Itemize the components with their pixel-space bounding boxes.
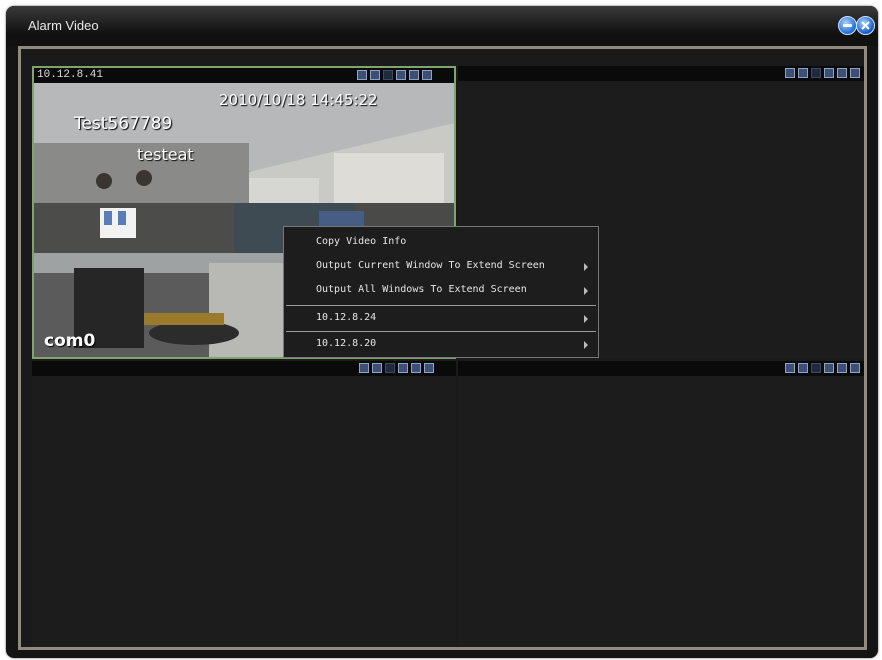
record-icon[interactable] bbox=[357, 70, 367, 80]
submenu-arrow-icon bbox=[584, 287, 588, 295]
menu-item-device-10-12-8-20[interactable]: 10.12.8.20 bbox=[284, 333, 598, 357]
pane-header: 10.12.8.41 bbox=[34, 68, 454, 83]
pane-toolbar bbox=[785, 363, 860, 373]
ptz-icon[interactable] bbox=[396, 70, 406, 80]
pane-toolbar bbox=[359, 363, 434, 373]
pane-header bbox=[458, 361, 864, 376]
menu-item-output-all-windows[interactable]: Output All Windows To Extend Screen bbox=[284, 279, 598, 303]
blank-icon bbox=[811, 68, 821, 78]
snapshot-icon[interactable] bbox=[798, 68, 808, 78]
menu-separator bbox=[286, 331, 596, 332]
video-pane-4[interactable] bbox=[458, 361, 864, 647]
close-button[interactable] bbox=[856, 16, 875, 35]
context-menu: Copy Video Info Output Current Window To… bbox=[283, 226, 599, 358]
pane-toolbar bbox=[357, 70, 432, 80]
osd-datetime: 2010/10/18 14:45:22 bbox=[219, 91, 378, 109]
submenu-arrow-icon bbox=[584, 315, 588, 323]
title-bar[interactable]: Alarm Video bbox=[6, 6, 878, 46]
submenu-arrow-icon bbox=[584, 341, 588, 349]
record-icon[interactable] bbox=[785, 68, 795, 78]
video-pane-3[interactable] bbox=[32, 361, 456, 647]
close-icon[interactable] bbox=[850, 68, 860, 78]
blank-icon bbox=[811, 363, 821, 373]
blank-icon bbox=[385, 363, 395, 373]
blank-icon bbox=[383, 70, 393, 80]
snapshot-icon[interactable] bbox=[372, 363, 382, 373]
menu-item-device-10-12-8-24[interactable]: 10.12.8.24 bbox=[284, 307, 598, 331]
audio-icon[interactable] bbox=[411, 363, 421, 373]
close-icon bbox=[861, 21, 870, 30]
close-icon[interactable] bbox=[850, 363, 860, 373]
close-icon[interactable] bbox=[422, 70, 432, 80]
audio-icon[interactable] bbox=[409, 70, 419, 80]
alarm-video-window: Alarm Video 10.12.8.41 2010/10/18 14:45:… bbox=[6, 6, 878, 658]
pane-toolbar bbox=[785, 68, 860, 78]
menu-separator bbox=[286, 305, 596, 306]
audio-icon[interactable] bbox=[837, 68, 847, 78]
record-icon[interactable] bbox=[359, 363, 369, 373]
ptz-icon[interactable] bbox=[824, 68, 834, 78]
osd-channel-name: com0 bbox=[44, 331, 96, 351]
pane-header bbox=[32, 361, 456, 376]
pane-header bbox=[458, 66, 864, 81]
close-icon[interactable] bbox=[424, 363, 434, 373]
snapshot-icon[interactable] bbox=[798, 363, 808, 373]
osd-text-line-1: Test567789 bbox=[74, 114, 173, 134]
snapshot-icon[interactable] bbox=[370, 70, 380, 80]
record-icon[interactable] bbox=[785, 363, 795, 373]
ptz-icon[interactable] bbox=[398, 363, 408, 373]
submenu-arrow-icon bbox=[584, 263, 588, 271]
window-title: Alarm Video bbox=[28, 18, 99, 33]
menu-item-copy-video-info[interactable]: Copy Video Info bbox=[284, 231, 598, 255]
menu-item-output-current-window[interactable]: Output Current Window To Extend Screen bbox=[284, 255, 598, 279]
ptz-icon[interactable] bbox=[824, 363, 834, 373]
minimize-button[interactable] bbox=[838, 16, 857, 35]
pane-device-ip: 10.12.8.41 bbox=[37, 69, 104, 81]
osd-text-line-2: testeat bbox=[137, 145, 194, 164]
audio-icon[interactable] bbox=[837, 363, 847, 373]
